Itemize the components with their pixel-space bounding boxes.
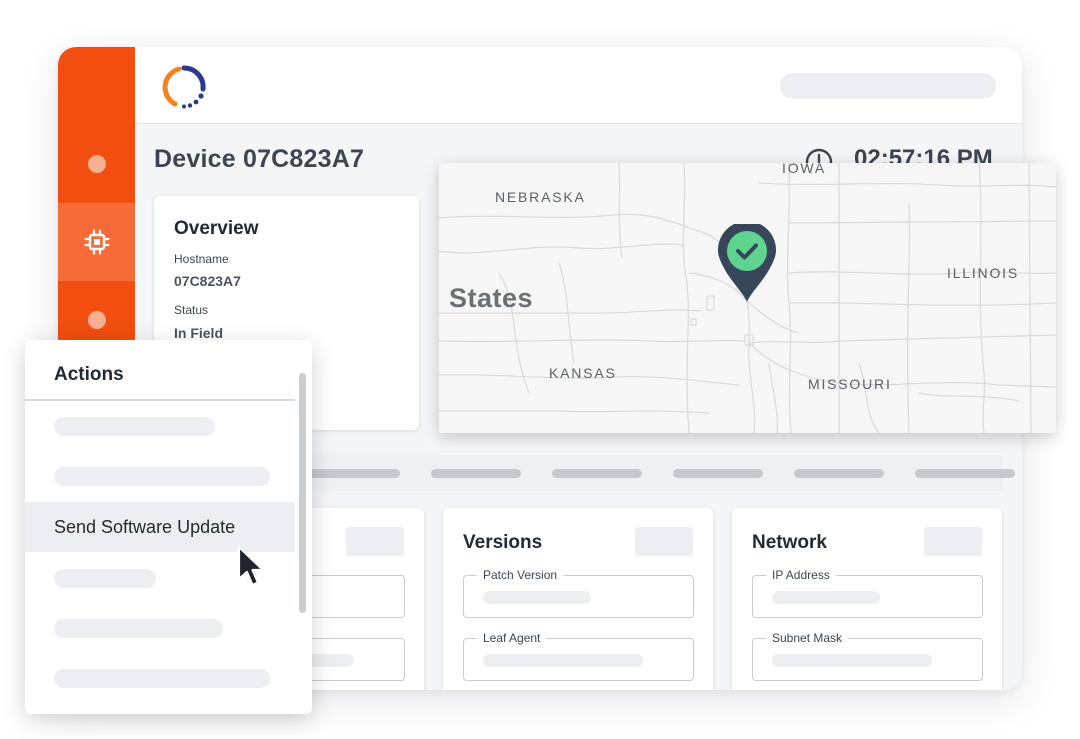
sidebar-item-devices[interactable]: [58, 203, 135, 281]
menu-scrollbar[interactable]: [299, 373, 306, 613]
actions-menu: Actions Send Software Update: [25, 340, 312, 714]
top-bar: [135, 47, 1022, 124]
versions-heading: Versions: [463, 532, 543, 553]
search-bar-placeholder[interactable]: [780, 73, 996, 99]
field-value-placeholder: [483, 654, 643, 667]
page-title: Device 07C823A7: [154, 145, 365, 173]
field-value-placeholder: [483, 591, 591, 604]
menu-item-placeholder[interactable]: [54, 569, 156, 588]
tab-placeholder[interactable]: [915, 469, 1015, 478]
status-value: In Field: [174, 325, 223, 341]
mouse-pointer-icon: [237, 545, 265, 587]
field-value-placeholder: [772, 654, 932, 667]
map-label-states: States: [449, 283, 534, 313]
menu-item-placeholder[interactable]: [54, 669, 270, 688]
field-label: Leaf Agent: [477, 631, 547, 645]
hostname-value: 07C823A7: [174, 273, 241, 289]
field-label: Subnet Mask: [766, 631, 849, 645]
chip-icon: [83, 229, 110, 255]
company-logo: [162, 65, 206, 109]
status-label: Status: [174, 303, 209, 317]
tab-placeholder[interactable]: [308, 469, 400, 478]
tab-placeholder[interactable]: [431, 469, 521, 478]
map-label-iowa: IOWA: [782, 163, 827, 176]
map-label-illinois: ILLINOIS: [947, 265, 1019, 281]
network-heading: Network: [752, 532, 827, 553]
menu-item-placeholder[interactable]: [54, 619, 223, 638]
map-label-missouri: MISSOURI: [808, 376, 892, 392]
card-chip[interactable]: [635, 527, 693, 556]
tab-placeholder[interactable]: [673, 469, 763, 478]
menu-item-placeholder[interactable]: [54, 467, 270, 486]
menu-item-label: Send Software Update: [54, 517, 236, 537]
field-label: Patch Version: [477, 568, 564, 582]
card-chip[interactable]: [346, 527, 404, 556]
sidebar-dot-icon: [87, 311, 106, 329]
actions-title: Actions: [54, 364, 124, 385]
map-label-kansas: KANSAS: [549, 365, 617, 381]
location-pin-icon[interactable]: [716, 224, 778, 304]
tab-placeholder[interactable]: [794, 469, 884, 478]
hostname-label: Hostname: [174, 252, 229, 266]
leaf-agent-field[interactable]: Leaf Agent: [463, 631, 694, 681]
map-panel[interactable]: IOWA NEBRASKA ILLINOIS States KANSAS MIS…: [439, 163, 1056, 433]
ip-address-field[interactable]: IP Address: [752, 568, 983, 618]
sidebar-dot-icon: [87, 155, 106, 173]
field-value-placeholder: [772, 591, 880, 604]
card-chip[interactable]: [924, 527, 982, 556]
sidebar-item-1[interactable]: [58, 125, 135, 203]
menu-item-placeholder[interactable]: [54, 417, 215, 436]
map-label-nebraska: NEBRASKA: [495, 189, 586, 205]
subnet-mask-field[interactable]: Subnet Mask: [752, 631, 983, 681]
overview-heading: Overview: [174, 218, 259, 239]
field-label: IP Address: [766, 568, 836, 582]
divider: [25, 399, 295, 401]
tab-placeholder[interactable]: [552, 469, 642, 478]
network-card: Network IP Address Subnet Mask: [732, 508, 1002, 690]
patch-version-field[interactable]: Patch Version: [463, 568, 694, 618]
tab-strip: [308, 455, 1015, 491]
versions-card: Versions Patch Version Leaf Agent: [443, 508, 713, 690]
